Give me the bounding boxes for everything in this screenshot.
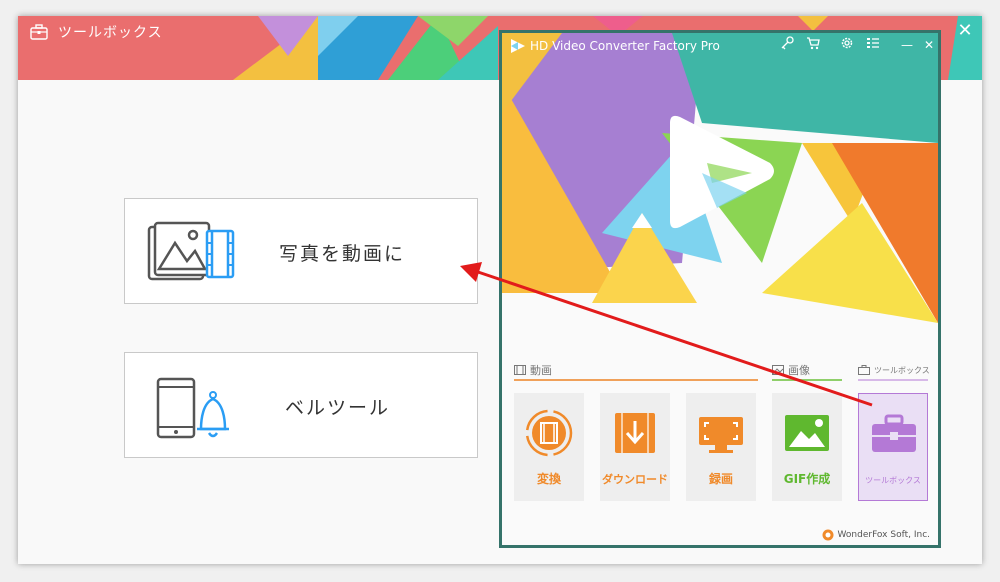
- download-icon: [615, 413, 655, 453]
- tile-record[interactable]: 録画: [686, 393, 756, 501]
- section-toolbox: ツールボックス: [858, 361, 930, 379]
- window-title: ツールボックス: [58, 25, 163, 41]
- close-icon: ✕: [957, 20, 973, 41]
- section-divider: [772, 379, 842, 381]
- footer-text: WonderFox Soft, Inc.: [837, 530, 930, 540]
- close-button[interactable]: ✕: [920, 36, 938, 54]
- toolbox-small-icon: [858, 365, 870, 375]
- app-title: HD Video Converter Factory Pro: [530, 39, 720, 53]
- section-image: 画像: [772, 361, 810, 379]
- wonderfox-logo-icon: [822, 529, 834, 541]
- tile-label: 変換: [536, 472, 561, 486]
- card-label: 写真を動画に: [279, 243, 406, 265]
- section-divider: [858, 379, 928, 381]
- tile-label: ツールボックス: [865, 476, 921, 485]
- key-button[interactable]: [778, 36, 796, 54]
- image-icon: [785, 415, 829, 451]
- key-icon: [781, 36, 794, 50]
- phone-bell-icon: [156, 377, 229, 439]
- window-title-bar: ツールボックス: [30, 22, 163, 42]
- tile-label: ダウンロード: [602, 473, 668, 486]
- app-logo-icon: [511, 39, 525, 53]
- settings-button[interactable]: [838, 36, 856, 54]
- minimize-button[interactable]: —: [898, 36, 916, 54]
- minimize-icon: —: [901, 38, 913, 52]
- bell-tool-card[interactable]: ベルツール: [124, 352, 478, 458]
- section-label: 動画: [530, 364, 552, 377]
- cart-button[interactable]: [804, 36, 822, 54]
- toolbox-icon: [30, 24, 48, 40]
- tile-download[interactable]: ダウンロード: [600, 393, 670, 501]
- tile-toolbox[interactable]: ツールボックス: [858, 393, 928, 501]
- footer: WonderFox Soft, Inc.: [822, 529, 930, 541]
- close-icon: ✕: [923, 38, 935, 52]
- menu-button[interactable]: [864, 36, 882, 54]
- section-label: ツールボックス: [874, 365, 930, 375]
- image-small-icon: [772, 365, 784, 375]
- tile-label: 録画: [708, 472, 733, 486]
- gear-icon: [841, 37, 853, 49]
- tile-label: GIF作成: [783, 472, 831, 486]
- hd-video-converter-window: HD Video Converter Factory Pro — ✕ 動画 画像…: [499, 30, 941, 548]
- tile-gif-maker[interactable]: GIF作成: [772, 393, 842, 501]
- section-label: 画像: [788, 364, 810, 377]
- decorative-background: [502, 33, 938, 353]
- list-icon: [867, 38, 879, 48]
- film-icon: [514, 365, 526, 375]
- section-divider: [514, 379, 758, 381]
- film-reel-icon: [525, 409, 573, 457]
- photo-to-video-card[interactable]: 写真を動画に: [124, 198, 478, 304]
- tile-convert[interactable]: 変換: [514, 393, 584, 501]
- toolbox-icon: [872, 414, 916, 452]
- cart-icon: [807, 37, 820, 50]
- card-label: ベルツール: [285, 397, 391, 419]
- photo-slideshow-icon: [147, 221, 235, 281]
- screen-record-icon: [699, 417, 743, 453]
- section-video: 動画: [514, 361, 552, 379]
- close-button[interactable]: ✕: [954, 20, 976, 42]
